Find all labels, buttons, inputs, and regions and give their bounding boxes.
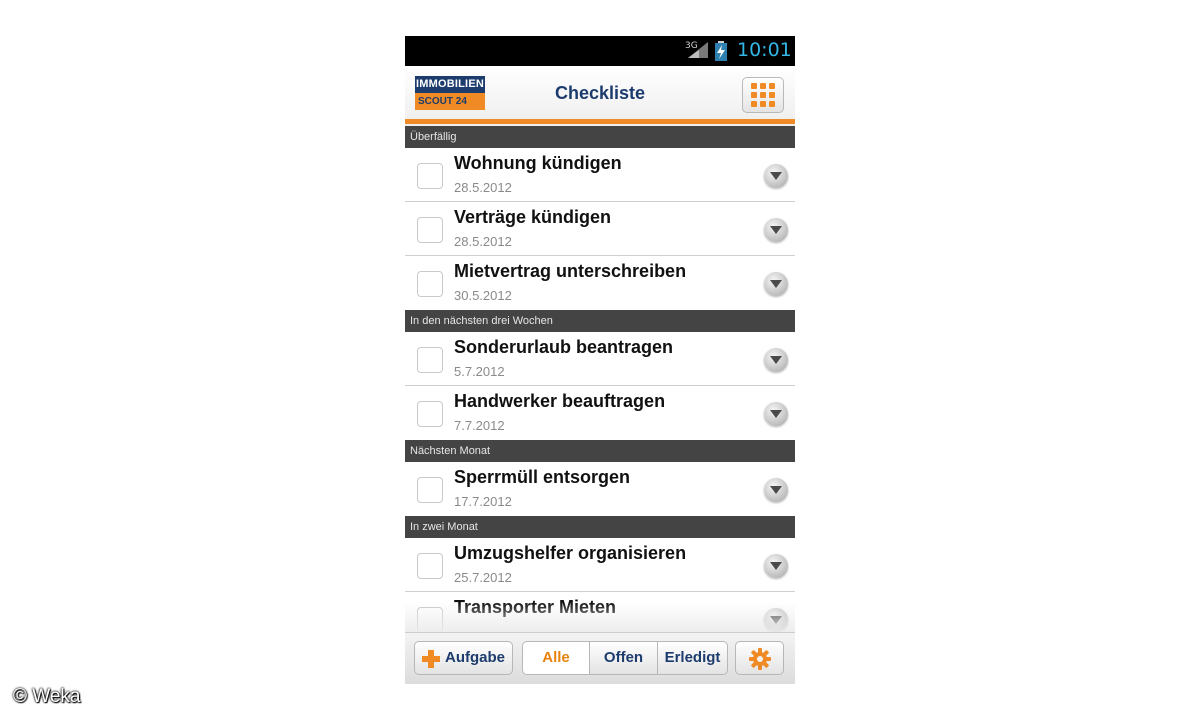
task-checkbox[interactable] xyxy=(417,271,443,297)
task-date: 5.7.2012 xyxy=(454,364,505,379)
task-checkbox[interactable] xyxy=(417,163,443,189)
header-accent-line xyxy=(405,119,795,124)
checklist: Überfällig Wohnung kündigen 28.5.2012 Ve… xyxy=(405,126,795,632)
page-title: Checkliste xyxy=(554,83,646,103)
filter-all-tab[interactable]: Alle xyxy=(522,641,590,675)
task-title: Umzugshelfer organisieren xyxy=(454,543,687,563)
section-header: In zwei Monat xyxy=(405,516,795,538)
list-item[interactable]: Sonderurlaub beantragen 5.7.2012 xyxy=(405,332,795,386)
task-checkbox[interactable] xyxy=(417,553,443,579)
task-checkbox[interactable] xyxy=(417,347,443,373)
task-title: Sonderurlaub beantragen xyxy=(454,337,674,357)
menu-grid-button[interactable] xyxy=(742,77,784,113)
chevron-down-icon[interactable] xyxy=(764,218,788,242)
watermark: © Weka xyxy=(13,686,81,707)
task-title: Handwerker beauftragen xyxy=(454,391,666,411)
section-header: In den nächsten drei Wochen xyxy=(405,310,795,332)
chevron-down-icon[interactable] xyxy=(764,554,788,578)
filter-segmented-control: Alle Offen Erledigt xyxy=(522,641,728,675)
list-item[interactable]: Umzugshelfer organisieren 25.7.2012 xyxy=(405,538,795,592)
task-checkbox[interactable] xyxy=(417,401,443,427)
chevron-down-icon[interactable] xyxy=(764,402,788,426)
task-date: 25.7.2012 xyxy=(454,570,512,585)
task-title: Mietvertrag unterschreiben xyxy=(454,261,687,281)
task-date: 28.5.2012 xyxy=(454,234,512,249)
settings-button[interactable] xyxy=(735,641,784,675)
filter-done-tab[interactable]: Erledigt xyxy=(657,641,728,675)
chevron-down-icon[interactable] xyxy=(764,164,788,188)
section-header: Nächsten Monat xyxy=(405,440,795,462)
task-title: Wohnung kündigen xyxy=(454,153,622,173)
list-item[interactable]: Handwerker beauftragen 7.7.2012 xyxy=(405,386,795,440)
bottom-toolbar: Aufgabe Alle Offen Erledigt xyxy=(405,632,795,684)
section-header: Überfällig xyxy=(405,126,795,148)
phone-screen: 3G 10:01 IMMOBILIEN SCOUT 24 Checkliste … xyxy=(405,36,795,684)
signal-icon xyxy=(688,42,708,58)
chevron-down-icon[interactable] xyxy=(764,608,788,632)
filter-open-tab[interactable]: Offen xyxy=(589,641,658,675)
task-date: 17.7.2012 xyxy=(454,494,512,509)
task-checkbox[interactable] xyxy=(417,217,443,243)
task-checkbox[interactable] xyxy=(417,477,443,503)
grid-icon xyxy=(751,83,775,107)
task-title: Verträge kündigen xyxy=(454,207,612,227)
add-task-label: Aufgabe xyxy=(445,649,505,666)
plus-icon xyxy=(422,650,440,668)
chevron-down-icon[interactable] xyxy=(764,478,788,502)
list-item[interactable]: Sperrmüll entsorgen 17.7.2012 xyxy=(405,462,795,516)
gear-icon xyxy=(749,648,771,670)
list-item[interactable]: Mietvertrag unterschreiben 30.5.2012 xyxy=(405,256,795,310)
chevron-down-icon[interactable] xyxy=(764,272,788,296)
add-task-button[interactable]: Aufgabe xyxy=(414,641,513,675)
list-item[interactable]: Wohnung kündigen 28.5.2012 xyxy=(405,148,795,202)
task-date: 7.7.2012 xyxy=(454,418,505,433)
status-bar: 3G 10:01 xyxy=(405,36,795,66)
list-item[interactable]: Verträge kündigen 28.5.2012 xyxy=(405,202,795,256)
app-header: IMMOBILIEN SCOUT 24 Checkliste xyxy=(405,66,795,126)
list-item[interactable]: Transporter Mieten xyxy=(405,592,795,632)
battery-charging-icon xyxy=(715,41,727,61)
task-checkbox[interactable] xyxy=(417,607,443,632)
clock: 10:01 xyxy=(737,39,792,61)
task-title: Transporter Mieten xyxy=(454,597,617,617)
task-title: Sperrmüll entsorgen xyxy=(454,467,631,487)
chevron-down-icon[interactable] xyxy=(764,348,788,372)
task-date: 28.5.2012 xyxy=(454,180,512,195)
task-date: 30.5.2012 xyxy=(454,288,512,303)
